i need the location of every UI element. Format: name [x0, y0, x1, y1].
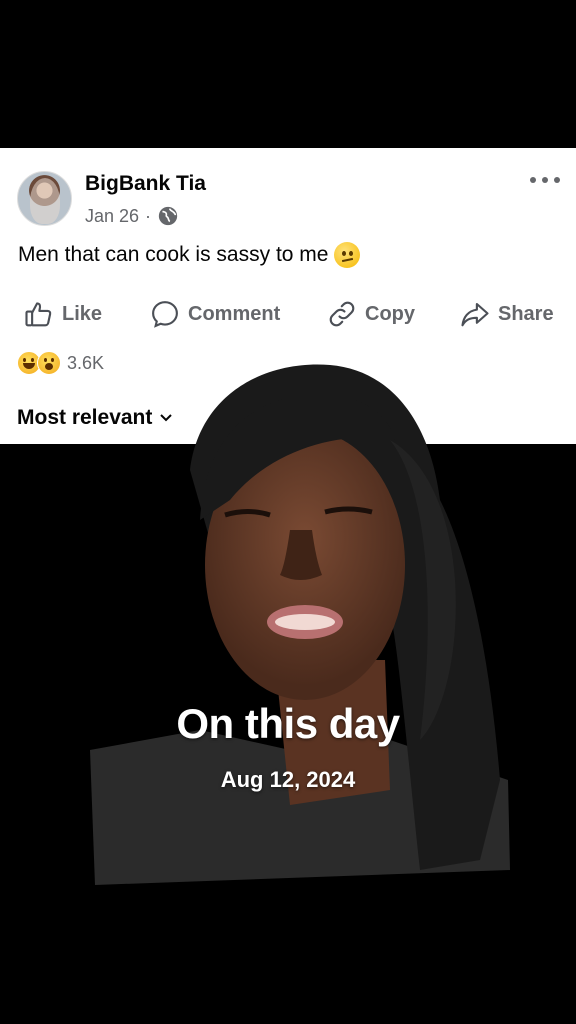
globe-icon — [158, 206, 178, 226]
more-options-icon[interactable] — [530, 170, 560, 190]
post-actions: Like Comment Copy Share — [0, 294, 576, 334]
comment-button[interactable]: Comment — [150, 294, 280, 334]
copy-label: Copy — [365, 302, 415, 325]
link-icon — [329, 301, 355, 327]
copy-button[interactable]: Copy — [327, 294, 415, 334]
like-button[interactable]: Like — [24, 294, 102, 334]
share-label: Share — [498, 302, 554, 325]
share-arrow-icon — [461, 302, 489, 327]
thumbs-up-icon — [25, 302, 52, 327]
post-date[interactable]: Jan 26 — [85, 206, 139, 227]
memory-date: Aug 12, 2024 — [220, 767, 356, 792]
like-label: Like — [62, 302, 103, 325]
author-name[interactable]: BigBank Tia — [85, 172, 206, 196]
on-this-day-title: On this day — [176, 700, 400, 747]
share-button[interactable]: Share — [460, 294, 554, 334]
post-text: Men that can cook is sassy to me — [18, 242, 361, 268]
post-text-content: Men that can cook is sassy to me — [18, 243, 329, 266]
confused-face-icon — [334, 242, 361, 268]
comment-bubble-icon — [152, 301, 178, 328]
post-meta: Jan 26 · — [85, 205, 179, 227]
meta-separator: · — [145, 205, 152, 226]
person-cutout-video — [90, 364, 510, 885]
comment-label: Comment — [188, 302, 281, 325]
surprised-face-icon — [37, 351, 61, 375]
avatar[interactable] — [17, 171, 72, 226]
